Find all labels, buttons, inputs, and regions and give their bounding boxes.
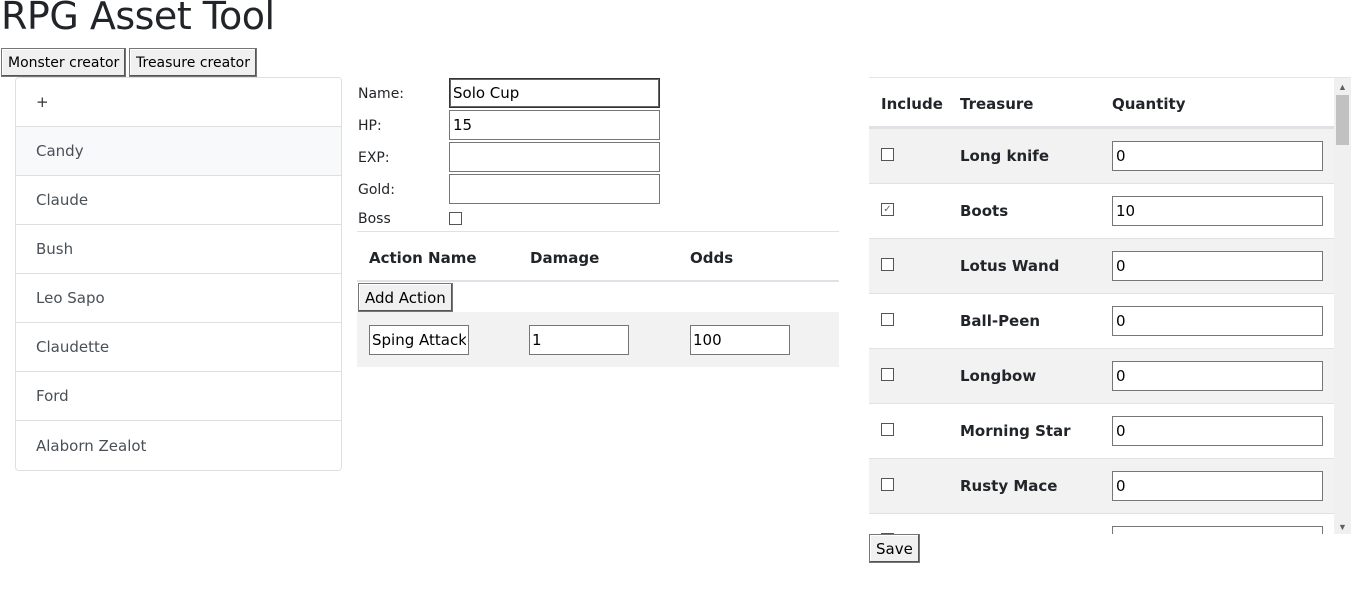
treasure-table[interactable]: Include Treasure Quantity Long knife ✓ B…	[869, 77, 1351, 534]
treasure-name: Longbow	[960, 367, 1037, 385]
treasure-creator-tab[interactable]: Treasure creator	[129, 48, 257, 77]
treasure-table-header: Include Treasure Quantity	[869, 78, 1335, 128]
name-label: Name:	[358, 86, 405, 102]
quantity-header: Quantity	[1112, 95, 1186, 113]
exp-input[interactable]	[449, 142, 660, 172]
quantity-input[interactable]	[1112, 251, 1323, 281]
table-row: Morning Star	[869, 403, 1335, 458]
treasure-header: Treasure	[960, 95, 1034, 113]
treasure-name: Morning Star	[960, 422, 1071, 440]
chevron-down-icon[interactable]: ▼	[1334, 518, 1351, 534]
treasure-name: Boots	[960, 202, 1009, 220]
save-button[interactable]: Save	[869, 534, 920, 563]
treasure-name: Rusty Mace	[960, 477, 1058, 495]
include-checkbox[interactable]	[881, 148, 894, 161]
quantity-input[interactable]	[1112, 196, 1323, 226]
vertical-scrollbar[interactable]: ▲ ▼	[1334, 78, 1351, 534]
table-row: ✓ Boots	[869, 183, 1335, 238]
odds-header: Odds	[690, 249, 734, 267]
add-monster-button[interactable]: +	[16, 78, 341, 127]
monster-item[interactable]: Claudette	[16, 323, 341, 372]
quantity-input[interactable]	[1112, 416, 1323, 446]
quantity-input[interactable]	[1112, 471, 1323, 501]
action-name-input[interactable]	[369, 325, 469, 355]
monster-item[interactable]: Ford	[16, 372, 341, 421]
monster-list: + Candy Claude Bush Leo Sapo Claudette F…	[15, 77, 342, 471]
name-input[interactable]	[449, 78, 660, 108]
hp-label: HP:	[358, 118, 382, 134]
action-header-divider	[357, 280, 839, 282]
monster-item[interactable]: Leo Sapo	[16, 274, 341, 323]
quantity-input[interactable]	[1112, 141, 1323, 171]
quantity-input[interactable]	[1112, 306, 1323, 336]
table-row: Long knife	[869, 128, 1335, 183]
include-checkbox[interactable]	[881, 423, 894, 436]
add-action-button[interactable]: Add Action	[358, 283, 453, 312]
damage-header: Damage	[530, 249, 600, 267]
table-row-partial	[869, 513, 1335, 534]
table-row: Lotus Wand	[869, 238, 1335, 293]
include-checkbox[interactable]: ✓	[881, 203, 894, 216]
hp-input[interactable]	[449, 110, 660, 140]
chevron-up-icon[interactable]: ▲	[1334, 78, 1351, 95]
monster-item[interactable]: Claude	[16, 176, 341, 225]
include-checkbox[interactable]	[881, 313, 894, 326]
treasure-name: Lotus Wand	[960, 257, 1060, 275]
scrollbar-thumb[interactable]	[1336, 95, 1349, 145]
app-title: RPG Asset Tool	[1, 0, 275, 38]
monster-item[interactable]: Candy	[16, 127, 341, 176]
boss-checkbox[interactable]	[449, 212, 462, 225]
exp-label: EXP:	[358, 150, 390, 166]
include-checkbox[interactable]	[881, 258, 894, 271]
gold-input[interactable]	[449, 174, 660, 204]
treasure-name: Ball-Peen	[960, 312, 1041, 330]
include-header: Include	[881, 95, 943, 113]
monster-item[interactable]: Alaborn Zealot	[16, 421, 341, 470]
table-row: Longbow	[869, 348, 1335, 403]
include-checkbox[interactable]	[881, 368, 894, 381]
quantity-input[interactable]	[1112, 361, 1323, 391]
check-icon: ✓	[883, 203, 892, 215]
gold-label: Gold:	[358, 182, 395, 198]
include-checkbox[interactable]	[881, 478, 894, 491]
table-row: Rusty Mace	[869, 458, 1335, 513]
quantity-input[interactable]	[1112, 526, 1323, 534]
boss-label: Boss	[358, 211, 391, 227]
treasure-name: Long knife	[960, 147, 1049, 165]
action-name-header: Action Name	[369, 249, 477, 267]
divider	[357, 231, 839, 232]
action-damage-input[interactable]	[529, 325, 629, 355]
monster-item[interactable]: Bush	[16, 225, 341, 274]
table-row: Ball-Peen	[869, 293, 1335, 348]
monster-creator-tab[interactable]: Monster creator	[1, 48, 127, 77]
action-odds-input[interactable]	[690, 325, 790, 355]
